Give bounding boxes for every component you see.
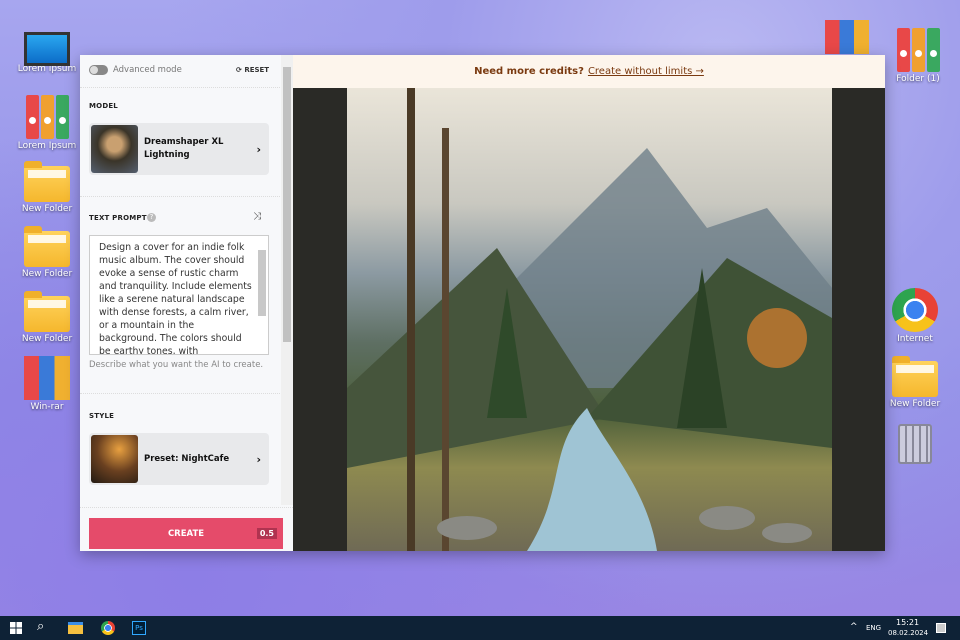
style-thumbnail bbox=[91, 435, 138, 483]
desktop-icon-winrar[interactable]: Win-rar bbox=[16, 356, 78, 412]
advanced-mode-toggle[interactable] bbox=[89, 65, 108, 75]
binders-icon bbox=[895, 28, 941, 72]
desktop-icon-binders[interactable]: Lorem Ipsum bbox=[16, 95, 78, 151]
advanced-mode-label: Advanced mode bbox=[113, 65, 182, 75]
textarea-scrollbar[interactable] bbox=[258, 250, 266, 316]
shuffle-icon[interactable]: ⤨ bbox=[253, 211, 261, 222]
panel-scrollbar[interactable] bbox=[281, 55, 293, 505]
desktop-icon-new-folder[interactable]: New Folder bbox=[884, 355, 946, 409]
help-icon[interactable]: ? bbox=[147, 213, 156, 222]
credits-banner: Need more credits? Create without limits … bbox=[293, 55, 885, 88]
prompt-label: TEXT PROMPT bbox=[89, 214, 147, 222]
chrome-icon bbox=[892, 288, 938, 332]
model-selector[interactable]: Dreamshaper XL Lightning › bbox=[89, 123, 269, 175]
binders-icon bbox=[24, 95, 70, 139]
model-label: MODEL bbox=[89, 102, 118, 110]
language-indicator[interactable]: ENG bbox=[866, 624, 881, 632]
search-icon[interactable]: ⌕ bbox=[37, 619, 44, 634]
create-button[interactable]: CREATE 0.5 bbox=[89, 518, 283, 549]
chrome-icon[interactable] bbox=[101, 621, 115, 635]
reset-button[interactable]: ⟳ RESET bbox=[236, 66, 269, 74]
clock-date[interactable]: 08.02.2024 bbox=[888, 629, 928, 637]
generated-image[interactable] bbox=[347, 88, 832, 551]
desktop-icon-folder-1[interactable]: Folder (1) bbox=[887, 28, 949, 84]
landscape-painting bbox=[347, 88, 832, 551]
clock-time[interactable]: 15:21 bbox=[896, 618, 919, 627]
desktop-icon-new-folder[interactable]: New Folder bbox=[16, 225, 78, 279]
tray-chevron-up-icon[interactable]: ^ bbox=[850, 622, 858, 632]
desktop-icon-computer[interactable]: Lorem Ipsum bbox=[16, 28, 78, 74]
desktop-icon-internet[interactable]: Internet bbox=[884, 288, 946, 344]
desktop-icon-binders[interactable] bbox=[816, 20, 878, 56]
desktop-icon-new-folder[interactable]: New Folder bbox=[16, 160, 78, 214]
file-explorer-icon[interactable] bbox=[68, 622, 83, 634]
binders-icon bbox=[825, 20, 869, 54]
folder-icon bbox=[24, 291, 70, 332]
divider bbox=[80, 507, 293, 508]
prompt-hint: Describe what you want the AI to create. bbox=[89, 360, 264, 370]
winrar-icon bbox=[24, 356, 70, 400]
model-thumbnail bbox=[91, 125, 138, 173]
chevron-right-icon: › bbox=[256, 452, 261, 466]
divider bbox=[80, 87, 280, 88]
chevron-right-icon: › bbox=[256, 142, 261, 156]
computer-icon bbox=[24, 32, 70, 66]
notifications-icon[interactable] bbox=[936, 623, 946, 633]
style-selector[interactable]: Preset: NightCafe › bbox=[89, 433, 269, 485]
style-label: STYLE bbox=[89, 412, 115, 420]
recycle-bin-icon[interactable] bbox=[884, 424, 946, 466]
desktop-icon-new-folder[interactable]: New Folder bbox=[16, 290, 78, 344]
divider bbox=[80, 196, 280, 197]
folder-icon bbox=[24, 226, 70, 267]
credit-cost-badge: 0.5 bbox=[256, 528, 277, 539]
image-viewer: Need more credits? Create without limits … bbox=[293, 55, 885, 551]
app-window: Advanced mode ⟳ RESET MODEL Dreamshaper … bbox=[80, 55, 885, 551]
create-without-limits-link[interactable]: Create without limits → bbox=[588, 66, 704, 77]
photoshop-icon[interactable]: Ps bbox=[132, 621, 146, 635]
folder-icon bbox=[892, 356, 938, 397]
settings-panel: Advanced mode ⟳ RESET MODEL Dreamshaper … bbox=[80, 55, 293, 551]
prompt-textarea[interactable]: Design a cover for an indie folk music a… bbox=[89, 235, 269, 355]
folder-icon bbox=[24, 161, 70, 202]
windows-start-icon[interactable] bbox=[10, 622, 22, 634]
divider bbox=[80, 393, 280, 394]
taskbar: ⌕ Ps ^ ENG 15:21 08.02.2024 bbox=[0, 616, 960, 640]
